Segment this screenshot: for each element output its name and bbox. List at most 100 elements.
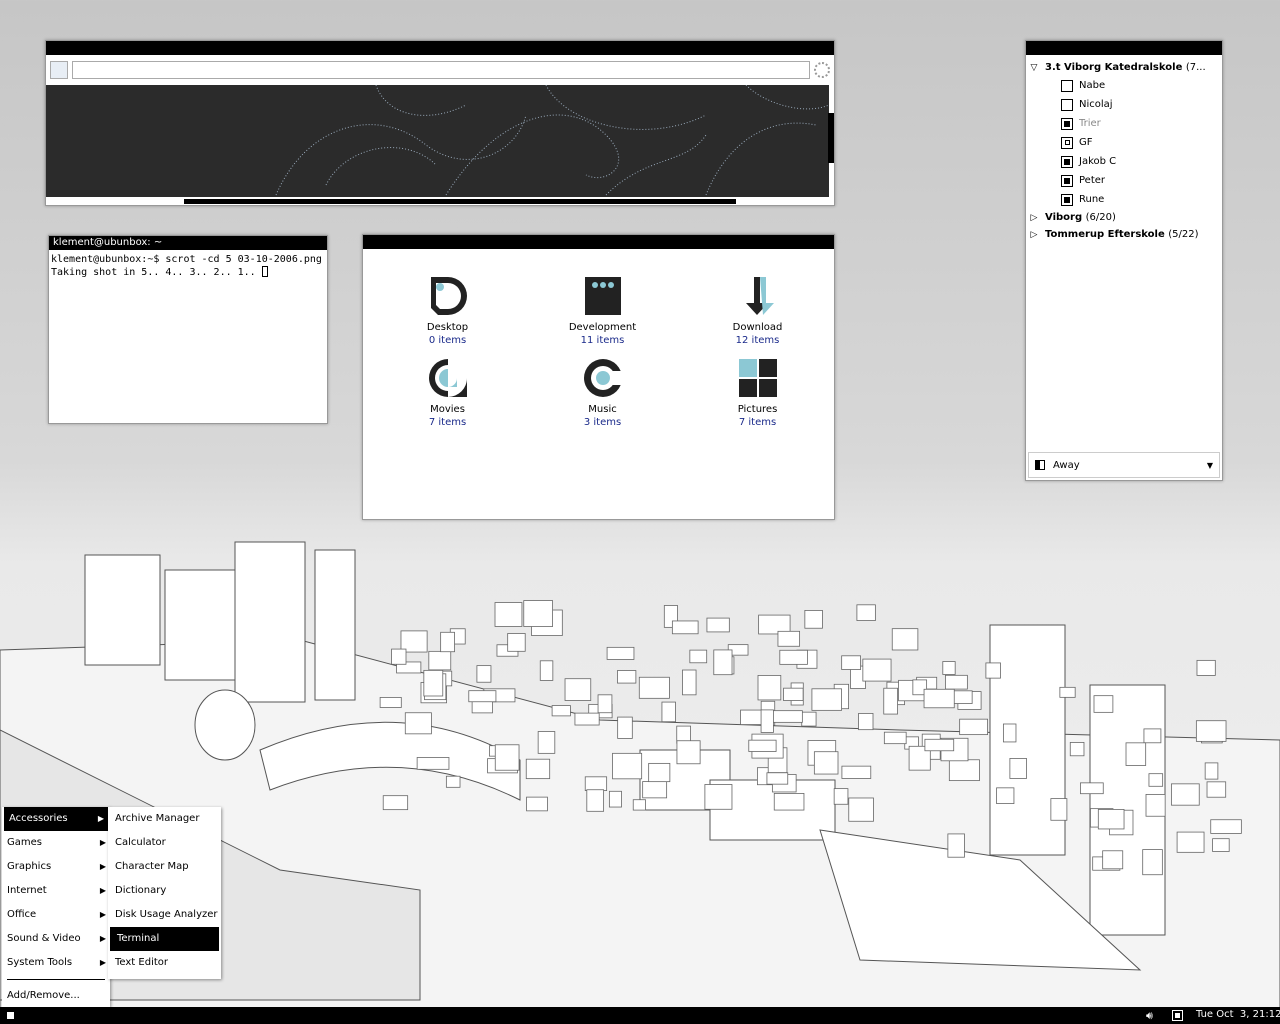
contact-row[interactable]: Nicolaj [1029, 95, 1219, 114]
building [539, 660, 554, 681]
menu-separator [7, 979, 105, 980]
terminal-title[interactable]: klement@ubunbox: ~ [49, 236, 327, 250]
menu-item[interactable]: Character Map [108, 855, 221, 879]
buddy-list-titlebar[interactable] [1026, 41, 1222, 55]
building [1212, 838, 1230, 852]
menu-category[interactable]: System Tools ▶ [2, 951, 110, 975]
contact-row[interactable]: Nabe [1029, 76, 1219, 95]
menu-category[interactable]: Office ▶ [2, 903, 110, 927]
add-remove-item[interactable]: Add/Remove... [2, 984, 110, 1008]
menu-item[interactable]: Terminal [110, 927, 219, 951]
building [813, 751, 839, 775]
folder-desktop[interactable]: Desktop 0 items [370, 275, 525, 347]
group-row[interactable]: ▽ 3.t Viborg Katedralskole (7... [1029, 59, 1219, 76]
submenu-arrow-icon: ▶ [99, 934, 106, 943]
building [883, 687, 898, 715]
menu-button-icon[interactable] [7, 1012, 14, 1019]
group-row[interactable]: ▷ Viborg (6/20) [1029, 209, 1219, 226]
building [891, 628, 919, 651]
contact-row[interactable]: Rune [1029, 190, 1219, 209]
building [1009, 758, 1027, 779]
building [440, 631, 455, 653]
movies-folder-icon [428, 359, 467, 397]
building [1148, 773, 1164, 787]
building [833, 788, 849, 805]
building [704, 784, 733, 810]
file-manager-window: Desktop 0 items Development 11 items Downl… [362, 234, 835, 520]
terminal-line: Taking shot in 5.. 4.. 3.. 2.. 1.. [51, 267, 262, 278]
menu-category[interactable]: Graphics ▶ [2, 855, 110, 879]
submenu-arrow-icon: ▶ [99, 862, 106, 871]
online-status-icon [1061, 193, 1073, 206]
collapsed-triangle-icon[interactable]: ▷ [1029, 213, 1039, 223]
building [1195, 720, 1227, 742]
building [445, 775, 461, 788]
online-status-icon [1061, 174, 1073, 187]
volume-icon[interactable]: 🔊︎ [1146, 1009, 1153, 1023]
building [468, 690, 497, 703]
folder-music[interactable]: Music 3 items [525, 357, 680, 429]
contact-row[interactable]: GF [1029, 133, 1219, 152]
building [848, 797, 874, 822]
building [748, 739, 777, 752]
building [423, 669, 444, 697]
building [959, 718, 988, 736]
file-manager-titlebar[interactable] [363, 235, 834, 249]
building [1093, 695, 1114, 713]
building [661, 701, 676, 723]
building [858, 713, 874, 731]
status-selector[interactable]: Away ▼ [1028, 452, 1220, 478]
folder-movies[interactable]: Movies 7 items [370, 357, 525, 429]
menu-item[interactable]: Archive Manager [108, 807, 221, 831]
building [841, 655, 861, 670]
applications-menu: Accessories ▶ Games ▶ Graphics ▶ Internet ▶ Offi… [2, 807, 110, 1007]
folder-development[interactable]: Development 11 items [525, 275, 680, 347]
menu-category[interactable]: Internet ▶ [2, 879, 110, 903]
workspace-icon[interactable] [1172, 1010, 1183, 1021]
menu-item[interactable]: Text Editor [108, 951, 221, 975]
building [507, 633, 526, 652]
building [942, 661, 956, 675]
away-status-icon [1061, 136, 1073, 149]
building [856, 604, 876, 621]
menu-item[interactable]: Dictionary [108, 879, 221, 903]
group-row[interactable]: ▷ Tommerup Efterskole (5/22) [1029, 226, 1219, 243]
folder-pictures[interactable]: Pictures 7 items [680, 357, 835, 429]
building [766, 772, 789, 785]
building [551, 705, 571, 717]
url-input[interactable] [72, 61, 810, 79]
menu-item[interactable]: Calculator [108, 831, 221, 855]
building [682, 669, 697, 696]
contact-row[interactable]: Jakob C [1029, 152, 1219, 171]
menu-category[interactable]: Accessories ▶ [4, 807, 108, 831]
building [1097, 809, 1125, 830]
terminal-cursor [261, 266, 268, 277]
horizontal-scrollbar[interactable] [184, 199, 736, 204]
building [1210, 819, 1242, 834]
building [811, 688, 842, 711]
browser-titlebar[interactable] [46, 41, 834, 55]
expanded-triangle-icon[interactable]: ▽ [1029, 63, 1039, 73]
building [564, 678, 592, 701]
collapsed-triangle-icon[interactable]: ▷ [1029, 230, 1039, 240]
building [948, 759, 980, 782]
building [757, 675, 782, 701]
vertical-scrollbar[interactable] [828, 113, 834, 163]
menu-category[interactable]: Games ▶ [2, 831, 110, 855]
building [779, 649, 808, 665]
menu-category[interactable]: Sound & Video ▶ [2, 927, 110, 951]
clock[interactable]: Tue Oct 3, 21:12 [1196, 1009, 1280, 1020]
loading-spinner-icon [814, 62, 830, 78]
menu-item[interactable]: Disk Usage Analyzer [108, 903, 221, 927]
dropdown-arrow-icon: ▼ [1206, 460, 1213, 470]
building [391, 648, 407, 665]
contact-row[interactable]: Trier [1029, 114, 1219, 133]
building [1204, 762, 1219, 780]
building [428, 650, 452, 671]
contact-row[interactable]: Peter [1029, 171, 1219, 190]
building [1050, 798, 1068, 821]
terminal-output[interactable]: klement@ubunbox:~$ scrot -cd 5 03-10-200… [49, 250, 327, 282]
music-folder-icon [583, 359, 625, 397]
folder-download[interactable]: Download 12 items [680, 275, 835, 347]
building [996, 787, 1015, 804]
